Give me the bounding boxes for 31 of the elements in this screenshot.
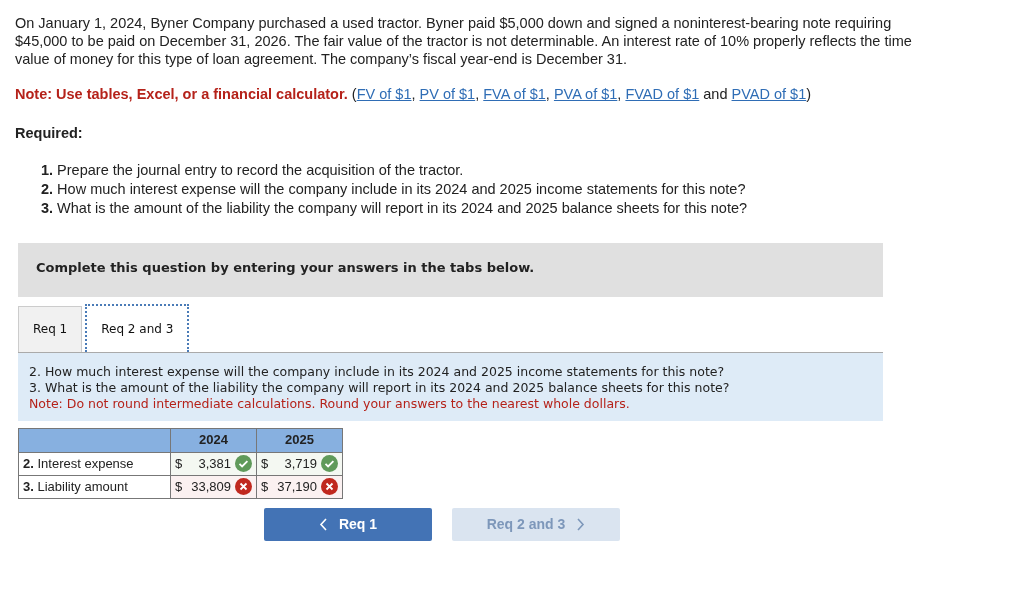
answer-value: 37,190 [276, 477, 317, 496]
required-heading: Required: [15, 123, 84, 143]
currency-symbol: $ [175, 477, 183, 496]
requirement-text: 3. What is the amount of the liability the company will report in its 2024 and 2025 balance sheets for this note? [41, 198, 749, 218]
note-text: Note: Use tables, Excel, or a financial calculator. (FV of $1, PV of $1, FVA of $1, PVA of $1, FVAD of $1 and PVAD of $1) [15, 85, 813, 104]
intro-paragraph: On January 1, 2024, Byner Company purchased a used tractor. Byner paid $5,000 down and signed a noninterest-bearing note requiring $45,000 to be paid on December 31, 2026. The fair value of the tractor is not determinable. An interest rate of 10% properly reflects the time value of money for this type of loan agreement. The company’s fiscal year-end is December 31. [15, 14, 913, 68]
column-header: 2024 [170, 428, 257, 452]
currency-symbol: $ [261, 477, 269, 496]
row-label: 3. Liability amount [18, 475, 171, 498]
currency-symbol: $ [261, 454, 269, 473]
requirement-text: 2. How much interest expense will the company include in its 2024 and 2025 income statements for this note? [41, 179, 747, 199]
column-header: 2025 [256, 428, 343, 452]
answer-value: 33,809 [190, 477, 231, 496]
table-link[interactable]: FVAD of $1 [625, 86, 700, 102]
requirement-text: 1. Prepare the journal entry to record the acquisition of the tractor. [41, 160, 465, 180]
chevron-right-icon [577, 517, 586, 531]
currency-symbol: $ [175, 454, 183, 473]
question-text: 2. How much interest expense will the company include in its 2024 and 2025 income statements for this note? [29, 363, 726, 380]
table-link[interactable]: PVAD of $1 [731, 86, 807, 102]
question-note: Note: Do not round intermediate calculations. Round your answers to the nearest whole dollars. [29, 395, 631, 412]
chevron-left-icon [318, 517, 327, 531]
answer-value: 3,719 [283, 454, 317, 473]
tab[interactable]: Req 1 [18, 305, 83, 352]
question-text: 3. What is the amount of the liability the company will report in its 2024 and 2025 balance sheets for this note? [29, 379, 731, 396]
row-label: 2. Interest expense [18, 452, 171, 475]
table-link[interactable]: FVA of $1 [483, 86, 546, 102]
instruction-banner: Complete this question by entering your answers in the tabs below. [18, 242, 883, 297]
answer-value: 3,381 [197, 454, 231, 473]
tab[interactable]: Req 2 and 3 [85, 303, 190, 352]
previous-button[interactable]: Req 1 [264, 507, 432, 541]
table-link[interactable]: FV of $1 [356, 86, 412, 102]
